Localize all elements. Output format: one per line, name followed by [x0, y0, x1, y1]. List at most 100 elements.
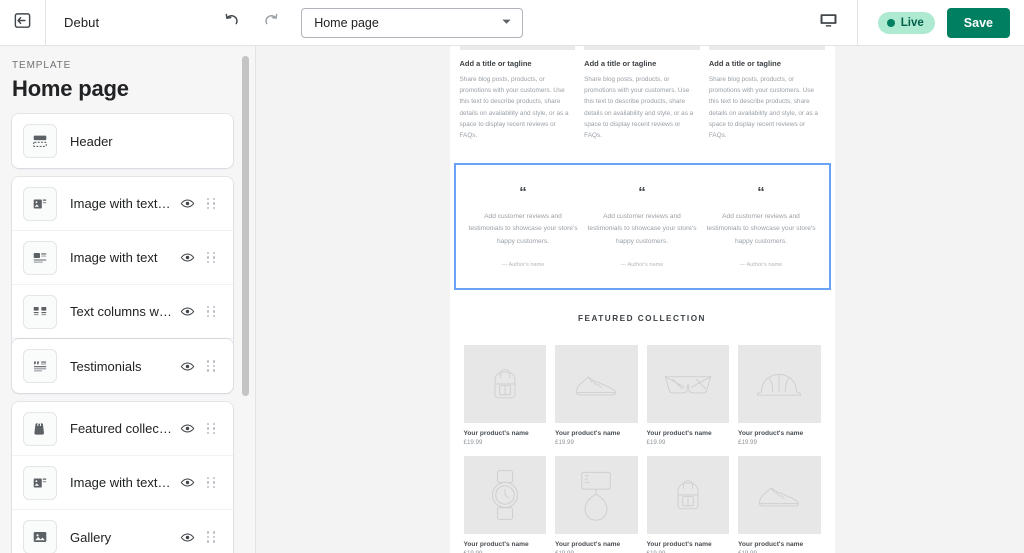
drag-handle[interactable]	[200, 197, 222, 210]
product-name: Your product's name	[555, 541, 621, 548]
drag-handle[interactable]	[200, 360, 222, 372]
top-bar-right: Live Save	[800, 0, 1024, 46]
text-column-body: Share blog posts, products, or promotion…	[459, 76, 569, 140]
glasses-placeholder-icon	[646, 344, 729, 423]
theme-name: Debut	[64, 15, 100, 30]
quote-mark-icon: “	[519, 184, 527, 202]
product-card[interactable]: Your product's name £19.99	[646, 456, 729, 553]
drag-dots-icon	[206, 197, 216, 210]
testimonial-item: “ Add customer reviews and testimonials …	[706, 185, 817, 268]
watch-placeholder-icon	[463, 456, 546, 534]
product-name: Your product's name	[463, 429, 529, 437]
section-group: Header	[12, 114, 233, 168]
product-card[interactable]: Your product's name £19.99	[738, 344, 821, 446]
page-title: Home page	[12, 76, 129, 101]
product-card[interactable]: Your product's name £19.99	[463, 344, 546, 446]
page-selector[interactable]: Home page	[301, 7, 524, 38]
text-column-title: Add a title or tagline	[584, 59, 657, 68]
drag-handle[interactable]	[200, 476, 222, 489]
sidebar-item-label: Image with text	[70, 250, 158, 265]
sidebar-item-featured-collection[interactable]: Featured collection	[12, 402, 233, 456]
drag-handle[interactable]	[200, 305, 222, 318]
text-column-title: Add a title or tagline	[708, 59, 781, 68]
text-column-body: Share blog posts, products, or promotion…	[584, 76, 694, 140]
product-price: £19.99	[555, 439, 574, 446]
drag-dots-icon	[206, 422, 216, 435]
visibility-toggle-button[interactable]	[174, 530, 200, 545]
drag-dots-icon	[206, 476, 216, 489]
redo-button[interactable]	[257, 9, 285, 37]
product-card[interactable]: Your product's name £19.99	[555, 344, 638, 446]
preview-section-text-columns[interactable]: Add a title or tagline Share blog posts,…	[449, 46, 835, 158]
sidebar-item-text-columns-with-images[interactable]: Text columns with i...	[12, 285, 233, 339]
cap-placeholder-icon	[738, 344, 821, 423]
testimonial-text: Add customer reviews and testimonials to…	[468, 213, 578, 245]
drag-handle[interactable]	[200, 251, 222, 264]
live-status-dot	[886, 18, 895, 27]
product-card[interactable]: Your product's name £19.99	[463, 456, 546, 553]
visibility-toggle-button[interactable]	[174, 304, 200, 319]
section-group: Featured collection Image with text o Ga…	[12, 402, 233, 553]
visibility-toggle-button[interactable]	[174, 359, 200, 374]
sidebar-item-image-with-text-overlay[interactable]: Image with text ove...	[12, 177, 233, 231]
drag-dots-icon	[206, 531, 216, 543]
testimonial-author: — Author's name	[620, 261, 664, 268]
exit-editor-button[interactable]	[0, 0, 46, 46]
bag-placeholder-icon	[555, 456, 638, 534]
text-column-image-placeholder	[708, 46, 825, 50]
header-section-icon	[23, 124, 57, 158]
product-name: Your product's name	[646, 429, 712, 437]
product-card[interactable]: Your product's name £19.99	[738, 456, 821, 553]
history-controls	[217, 9, 285, 37]
sections-sidebar: TEMPLATE Home page Header Image with tex…	[0, 46, 256, 553]
quote-mark-icon: “	[638, 184, 646, 202]
visibility-toggle-button[interactable]	[174, 196, 200, 211]
product-price: £19.99	[738, 439, 757, 446]
visibility-toggle-button[interactable]	[174, 421, 200, 436]
backpack-placeholder-icon	[463, 344, 546, 423]
product-price: £19.99	[646, 439, 666, 446]
backpack-placeholder-icon	[646, 456, 729, 534]
undo-icon	[222, 11, 241, 35]
sneaker-placeholder-icon	[555, 344, 638, 423]
text-column: Add a title or tagline Share blog posts,…	[708, 46, 825, 141]
drag-handle[interactable]	[200, 531, 222, 543]
product-name: Your product's name	[738, 429, 804, 437]
desktop-icon	[819, 11, 838, 35]
sidebar-item-header[interactable]: Header	[12, 114, 233, 168]
undo-button[interactable]	[217, 9, 245, 37]
sidebar-scrollbar[interactable]	[242, 56, 249, 396]
featured-collection-icon	[23, 411, 57, 446]
testimonial-author: — Author's name	[501, 261, 545, 268]
product-card[interactable]: Your product's name £19.99	[646, 344, 729, 446]
visibility-toggle-button[interactable]	[174, 250, 200, 265]
testimonial-author: — Author's name	[739, 261, 783, 268]
sidebar-item-image-with-text[interactable]: Image with text	[12, 231, 233, 285]
template-eyebrow: TEMPLATE	[12, 60, 72, 71]
text-column: Add a title or tagline Share blog posts,…	[584, 46, 700, 141]
redo-icon	[262, 11, 281, 35]
top-bar: Debut Home page Live Save	[0, 0, 1024, 46]
device-preview-button[interactable]	[800, 0, 858, 46]
product-grid: Your product's name £19.99 Your product'…	[463, 344, 821, 553]
sidebar-item-image-with-text-overlay-2[interactable]: Image with text ove...	[12, 456, 233, 510]
drag-handle[interactable]	[200, 422, 222, 435]
preview-section-testimonials-selected[interactable]: “ Add customer reviews and testimonials …	[453, 163, 831, 290]
top-bar-actions: Live Save	[858, 7, 1024, 38]
product-card[interactable]: Your product's name £19.99	[555, 456, 638, 553]
store-preview: Add a title or tagline Share blog posts,…	[256, 46, 1024, 553]
text-column-title: Add a title or tagline	[459, 59, 532, 68]
text-column-body: Share blog posts, products, or promotion…	[708, 76, 818, 140]
image-with-text-icon	[23, 240, 57, 275]
save-button[interactable]: Save	[946, 7, 1010, 38]
status-badge-label: Live	[900, 16, 924, 29]
sidebar-item-gallery[interactable]: Gallery	[12, 510, 233, 553]
product-name: Your product's name	[738, 541, 804, 548]
sidebar-item-testimonials[interactable]: Testimonials	[12, 339, 233, 393]
sneaker-placeholder-icon	[738, 456, 821, 534]
product-name: Your product's name	[646, 541, 712, 548]
exit-icon	[13, 11, 32, 35]
testimonial-text: Add customer reviews and testimonials to…	[706, 213, 816, 245]
preview-section-featured-collection[interactable]: FEATURED COLLECTION Your product's name …	[449, 289, 835, 553]
visibility-toggle-button[interactable]	[174, 475, 200, 490]
